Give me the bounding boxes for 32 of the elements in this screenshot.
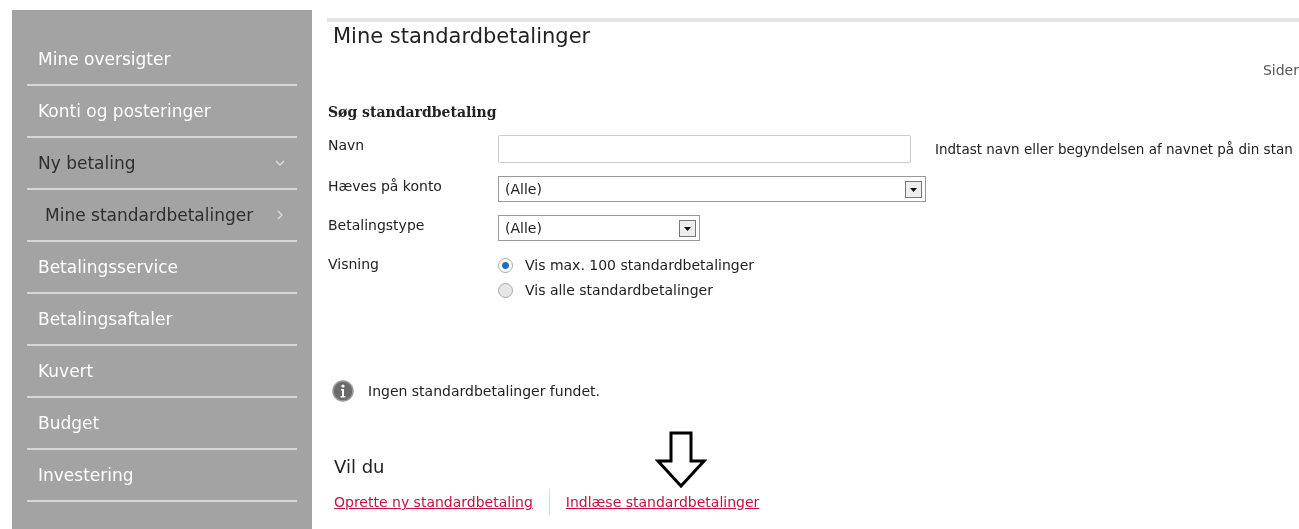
sider-label: Sider bbox=[1262, 62, 1299, 78]
field-label: Visning bbox=[328, 255, 380, 272]
radio-button[interactable] bbox=[498, 282, 513, 298]
sidebar-item[interactable]: Betalingsservice bbox=[27, 242, 297, 294]
info-icon bbox=[332, 380, 354, 402]
sidebar-item[interactable]: Betalingsaftaler bbox=[27, 294, 297, 346]
radio-label: Vis max. 100 standardbetalinger bbox=[525, 257, 755, 273]
chevron-icon bbox=[275, 158, 285, 168]
sidebar-item[interactable]: Ny betaling bbox=[27, 138, 297, 190]
info-message: Ingen standardbetalinger fundet. bbox=[368, 383, 600, 399]
field-label: Navn bbox=[328, 136, 366, 153]
section-heading: Vil du bbox=[334, 456, 386, 477]
sidebar-item[interactable]: Kuvert bbox=[27, 346, 297, 398]
sidebar-item[interactable]: Mine standardbetalinger bbox=[27, 190, 297, 242]
radio-button[interactable] bbox=[498, 257, 513, 273]
sidebar-item[interactable]: Budget bbox=[27, 398, 297, 450]
chevron-icon bbox=[275, 210, 285, 220]
search-heading: Søg standardbetaling bbox=[328, 104, 498, 120]
sidebar-item[interactable]: Investering bbox=[27, 450, 297, 502]
action-link[interactable]: Indlæse standardbetalinger bbox=[565, 494, 760, 510]
field-label: Hæves på konto bbox=[328, 177, 443, 194]
sidebar-item[interactable]: Mine oversigter bbox=[27, 34, 297, 86]
field-hint: Indtast navn eller begyndelsen af navnet på din stan bbox=[934, 141, 1294, 157]
account-dropdown[interactable]: (Alle) bbox=[498, 176, 926, 202]
action-link[interactable]: Oprette ny standardbetaling bbox=[334, 494, 533, 510]
page-title: Mine standardbetalinger bbox=[333, 24, 592, 48]
arrow-drawing bbox=[655, 431, 707, 489]
field-label: Betalingstype bbox=[328, 216, 426, 233]
sidebar-item[interactable]: Konti og posteringer bbox=[27, 86, 297, 138]
name-input-field[interactable] bbox=[498, 135, 911, 163]
type-dropdown[interactable]: (Alle) bbox=[498, 215, 700, 241]
radio-label: Vis alle standardbetalinger bbox=[525, 282, 713, 298]
